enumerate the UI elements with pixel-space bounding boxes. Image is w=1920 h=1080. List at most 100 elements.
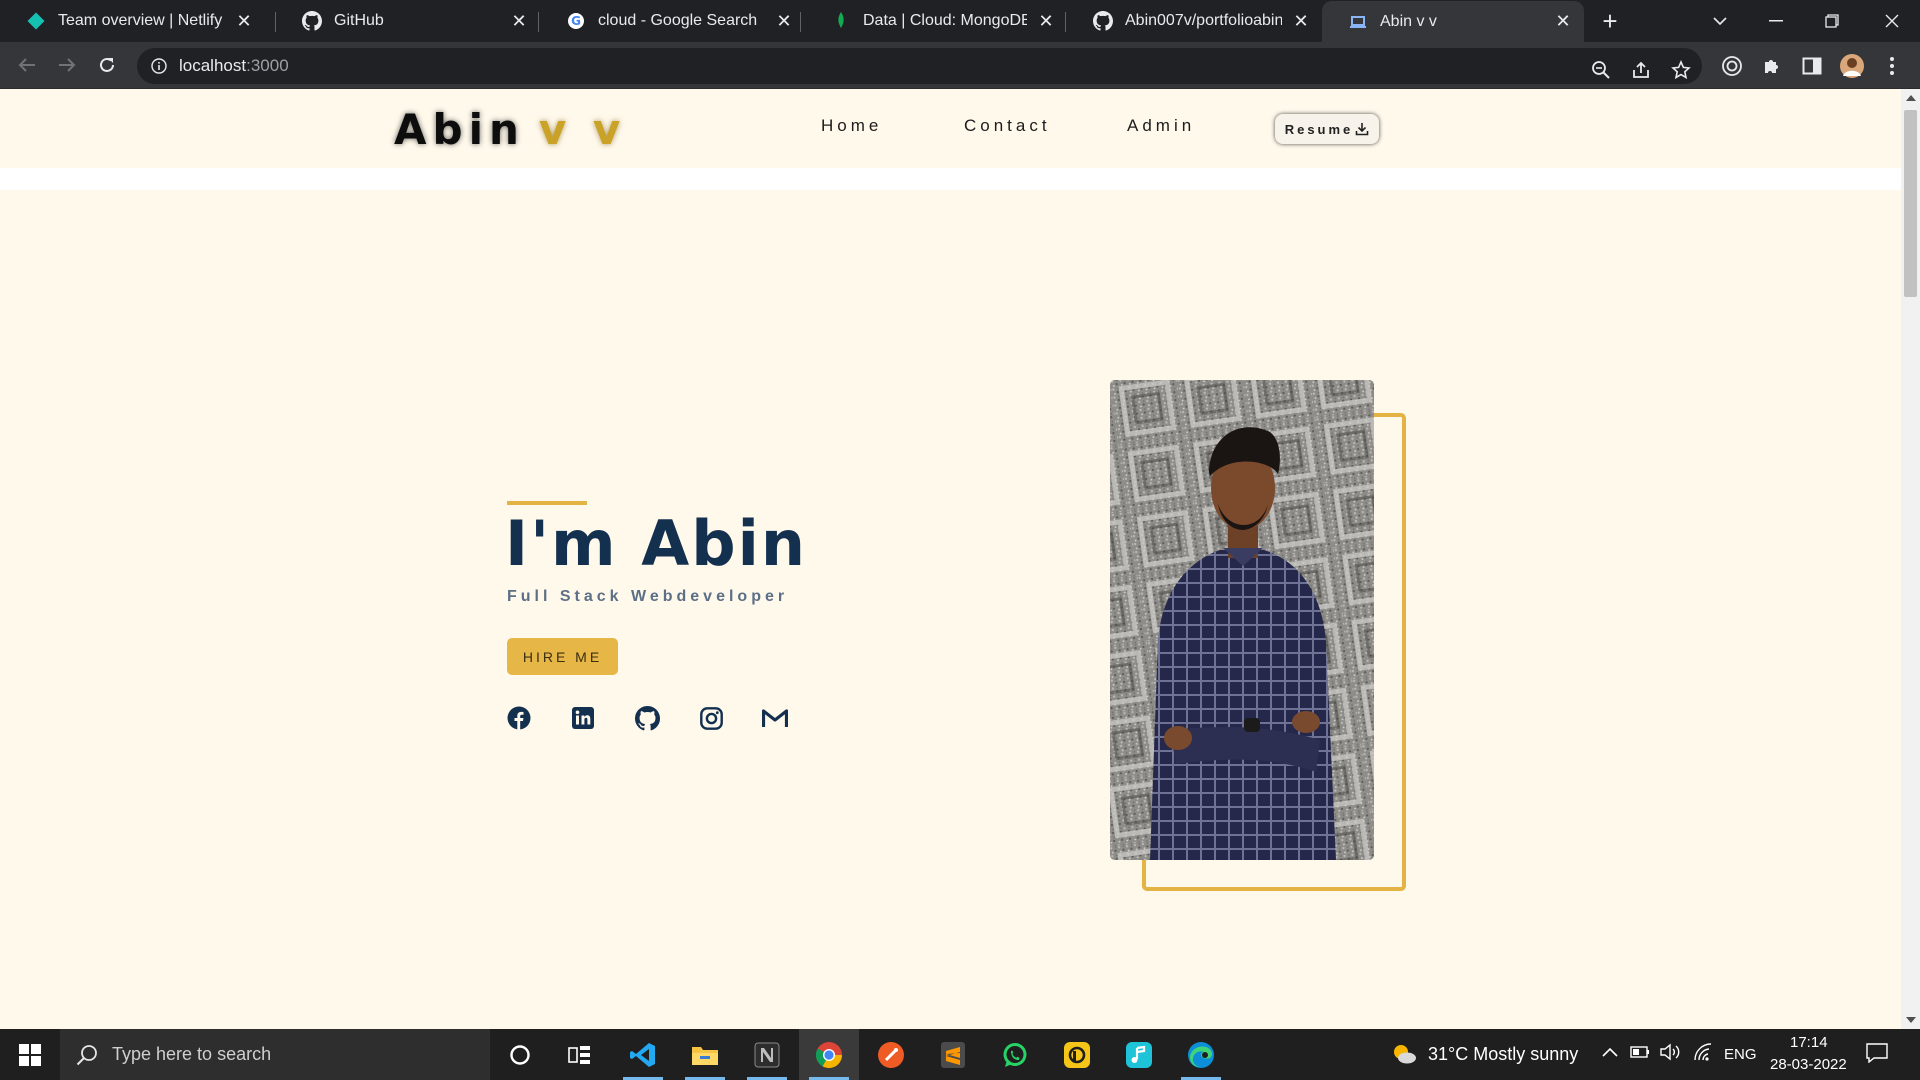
close-icon[interactable]: ✕ (1290, 10, 1312, 32)
windows-start-icon[interactable] (0, 1029, 60, 1080)
instagram-icon[interactable] (697, 704, 725, 732)
wifi-icon[interactable] (1692, 1043, 1714, 1065)
scroll-down-arrow-icon[interactable] (1906, 1017, 1916, 1023)
tab-portfolio-active[interactable]: Abin v v ✕ (1322, 1, 1584, 42)
tab-separator (538, 12, 539, 32)
hero-title: I'm Abin (505, 507, 807, 580)
browser-menu-kebab-icon[interactable] (1876, 50, 1908, 82)
restore-icon[interactable] (1804, 0, 1860, 42)
music-app-icon[interactable] (1109, 1029, 1169, 1080)
nav-home-link[interactable]: Home (821, 116, 882, 136)
close-icon[interactable]: ✕ (773, 10, 795, 32)
sublime-text-icon[interactable] (923, 1029, 983, 1080)
search-icon (76, 1044, 98, 1066)
site-logo[interactable]: Abin v v (394, 105, 626, 154)
tab-github[interactable]: GitHub ✕ (276, 0, 540, 42)
tab-title: Team overview | Netlify (58, 12, 223, 29)
url-text: localhost:3000 (179, 56, 289, 76)
postman-icon[interactable] (861, 1029, 921, 1080)
battery-icon[interactable] (1630, 1045, 1650, 1063)
scrollbar-thumb[interactable] (1904, 110, 1917, 297)
tab-mongodb[interactable]: Data | Cloud: MongoDB Clo ✕ (805, 0, 1067, 42)
close-icon[interactable]: ✕ (233, 10, 255, 32)
close-window-icon[interactable] (1864, 0, 1920, 42)
task-view-icon[interactable] (550, 1029, 610, 1080)
clock-date[interactable]: 28-03-2022 (1770, 1056, 1847, 1073)
resume-label: Resume (1284, 121, 1354, 137)
github-icon (1093, 11, 1113, 31)
github-icon (302, 11, 322, 31)
file-explorer-icon[interactable] (675, 1029, 735, 1080)
profile-photo (1110, 380, 1374, 860)
back-arrow-icon[interactable] (12, 50, 42, 80)
nav-admin-link[interactable]: Admin (1127, 116, 1195, 136)
notion-icon[interactable] (737, 1029, 797, 1080)
gmail-icon[interactable] (761, 704, 789, 732)
tab-github-repo[interactable]: Abin007v/portfolioabin ✕ (1067, 0, 1322, 42)
tab-title: cloud - Google Search (598, 12, 758, 29)
tab-netlify[interactable]: Team overview | Netlify ✕ (0, 0, 265, 42)
hire-me-button[interactable]: HIRE ME (507, 638, 618, 675)
chrome-icon[interactable] (799, 1029, 859, 1080)
vscode-icon[interactable] (613, 1029, 673, 1080)
extensions-puzzle-icon[interactable] (1756, 50, 1788, 82)
browser-toolbar: localhost:3000 (0, 42, 1920, 89)
hero-subtitle: Full Stack Webdeveloper (507, 588, 789, 605)
weather-text[interactable]: 31°C Mostly sunny (1428, 1044, 1578, 1065)
mongodb-icon (831, 11, 851, 31)
tab-search-chevron-icon[interactable] (1692, 0, 1748, 42)
linkedin-icon[interactable] (569, 704, 597, 732)
logo-last-name: v v (538, 105, 627, 154)
tab-title: GitHub (334, 12, 384, 29)
navbar-divider (0, 168, 1901, 190)
edge-icon[interactable] (1171, 1029, 1231, 1080)
forward-arrow-icon[interactable] (52, 50, 82, 80)
title-accent-line (507, 501, 587, 505)
cortana-icon[interactable] (490, 1029, 550, 1080)
info-icon[interactable] (149, 56, 169, 76)
tab-title: Abin v v (1380, 12, 1437, 30)
page-scrollbar[interactable] (1901, 89, 1920, 1029)
whatsapp-icon[interactable] (985, 1029, 1045, 1080)
extension-target-icon[interactable] (1716, 50, 1748, 82)
close-icon[interactable]: ✕ (1552, 11, 1574, 33)
url-port: :3000 (246, 56, 289, 75)
minimize-icon[interactable] (1748, 0, 1804, 42)
tab-separator (800, 12, 801, 32)
profile-avatar[interactable] (1836, 50, 1868, 82)
side-panel-icon[interactable] (1796, 50, 1828, 82)
netlify-icon (26, 11, 46, 31)
reload-icon[interactable] (92, 50, 122, 80)
browser-tab-bar: Team overview | Netlify ✕ GitHub ✕ G clo… (0, 0, 1920, 42)
windows-taskbar: Type here to search 31°C Mostly sunny EN… (0, 1029, 1920, 1080)
logo-first-name: Abin (394, 105, 525, 154)
resume-download-button[interactable]: Resume (1275, 114, 1379, 144)
weather-icon[interactable] (1390, 1042, 1418, 1070)
volume-icon[interactable] (1660, 1043, 1682, 1065)
zoom-icon[interactable] (1587, 56, 1615, 84)
clock-time[interactable]: 17:14 (1790, 1034, 1828, 1051)
github-icon[interactable] (633, 704, 661, 732)
svg-text:G: G (571, 14, 581, 28)
taskbar-search-box[interactable]: Type here to search (60, 1029, 490, 1080)
tab-title: Data | Cloud: MongoDB Clo (863, 12, 1027, 29)
close-icon[interactable]: ✕ (508, 10, 530, 32)
facebook-icon[interactable] (505, 704, 533, 732)
close-icon[interactable]: ✕ (1035, 10, 1057, 32)
page-viewport: Abin v v Home Contact Admin Resume I'm Ab… (0, 89, 1901, 1029)
address-bar[interactable]: localhost:3000 (137, 48, 1702, 84)
new-tab-plus-icon[interactable]: + (1597, 6, 1623, 36)
site-navbar (0, 89, 1901, 168)
show-hidden-icons-chevron-icon[interactable] (1602, 1044, 1618, 1061)
pixel-app-icon[interactable] (1047, 1029, 1107, 1080)
search-placeholder: Type here to search (112, 1044, 272, 1064)
download-icon (1355, 122, 1369, 136)
share-icon[interactable] (1627, 56, 1655, 84)
tab-google-search[interactable]: G cloud - Google Search ✕ (540, 0, 805, 42)
bookmark-star-icon[interactable] (1667, 56, 1695, 84)
scroll-up-arrow-icon[interactable] (1906, 95, 1916, 101)
notifications-icon[interactable] (1866, 1043, 1888, 1067)
tab-title: Abin007v/portfolioabin (1125, 12, 1282, 29)
language-indicator[interactable]: ENG (1724, 1046, 1757, 1063)
nav-contact-link[interactable]: Contact (964, 116, 1051, 136)
